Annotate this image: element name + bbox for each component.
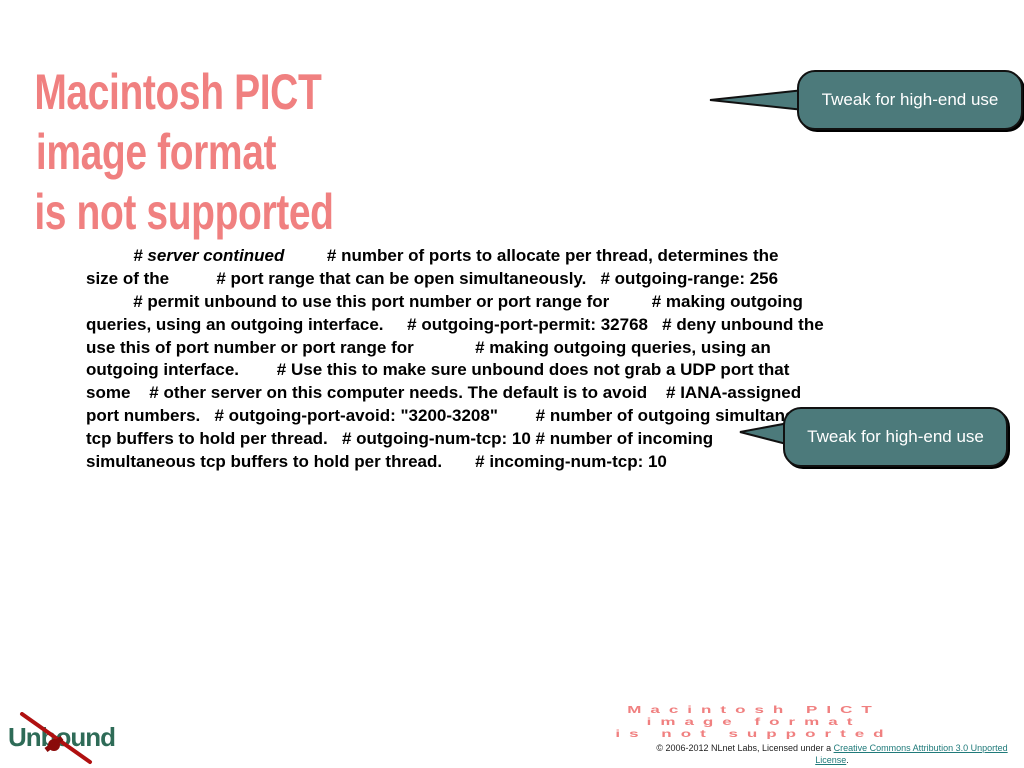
placeholder-line: Macintosh PICT [627,703,881,716]
unsupported-image-placeholder-bottom: Macintosh PICT image format is not suppo… [498,704,1010,740]
callout-text: Tweak for high-end use [821,90,999,109]
line-text: # permit unbound to use this port number… [133,291,803,311]
section-heading: # server continued [133,246,285,265]
unsupported-image-placeholder-top: Macintosh PICT image format is not suppo… [0,62,334,242]
placeholder-line: is not supported [615,727,893,740]
body-line: # permit unbound to use this port number… [86,291,926,314]
callout-tweak-high-end-1: Tweak for high-end use [797,70,1023,130]
line-text: simultaneous tcp buffers to hold per thr… [86,452,667,472]
body-line: use this of port number or port range fo… [86,337,926,360]
callout-text: Tweak for high-end use [807,427,984,446]
placeholder-line: image format [35,124,277,180]
body-line: # server continued # number of ports to … [86,245,926,268]
body-line: size of the # port range that can be ope… [86,268,926,291]
line-text: port numbers. # outgoing-port-avoid: "32… [86,406,825,426]
callout-pointer [709,88,805,112]
footer-period: . [846,755,849,765]
line-text: queries, using an outgoing interface. # … [86,314,824,334]
license-link[interactable]: Creative Commons Attribution 3.0 Unporte… [815,743,1007,765]
body-line: some # other server on this computer nee… [86,382,926,405]
line-text: some # other server on this computer nee… [86,383,802,403]
callout-tweak-high-end-2: Tweak for high-end use [783,407,1008,467]
line-text: tcp buffers to hold per thread. # outgoi… [86,429,714,449]
line-text: use this of port number or port range fo… [86,337,771,357]
line-text: # number of ports to allocate per thread… [284,246,779,265]
copyright-text: © 2006-2012 NLnet Labs, Licensed under a [656,743,834,753]
copyright-footer: © 2006-2012 NLnet Labs, Licensed under a… [640,742,1024,766]
placeholder-line: is not supported [34,184,334,240]
propeller-icon [20,712,92,764]
placeholder-line: Macintosh PICT [34,64,322,120]
placeholder-line: image format [646,715,862,728]
line-text: size of the # port range that can be ope… [86,268,779,288]
line-text: outgoing interface. # Use this to make s… [86,360,790,380]
body-line: outgoing interface. # Use this to make s… [86,359,926,382]
body-line: queries, using an outgoing interface. # … [86,314,926,337]
